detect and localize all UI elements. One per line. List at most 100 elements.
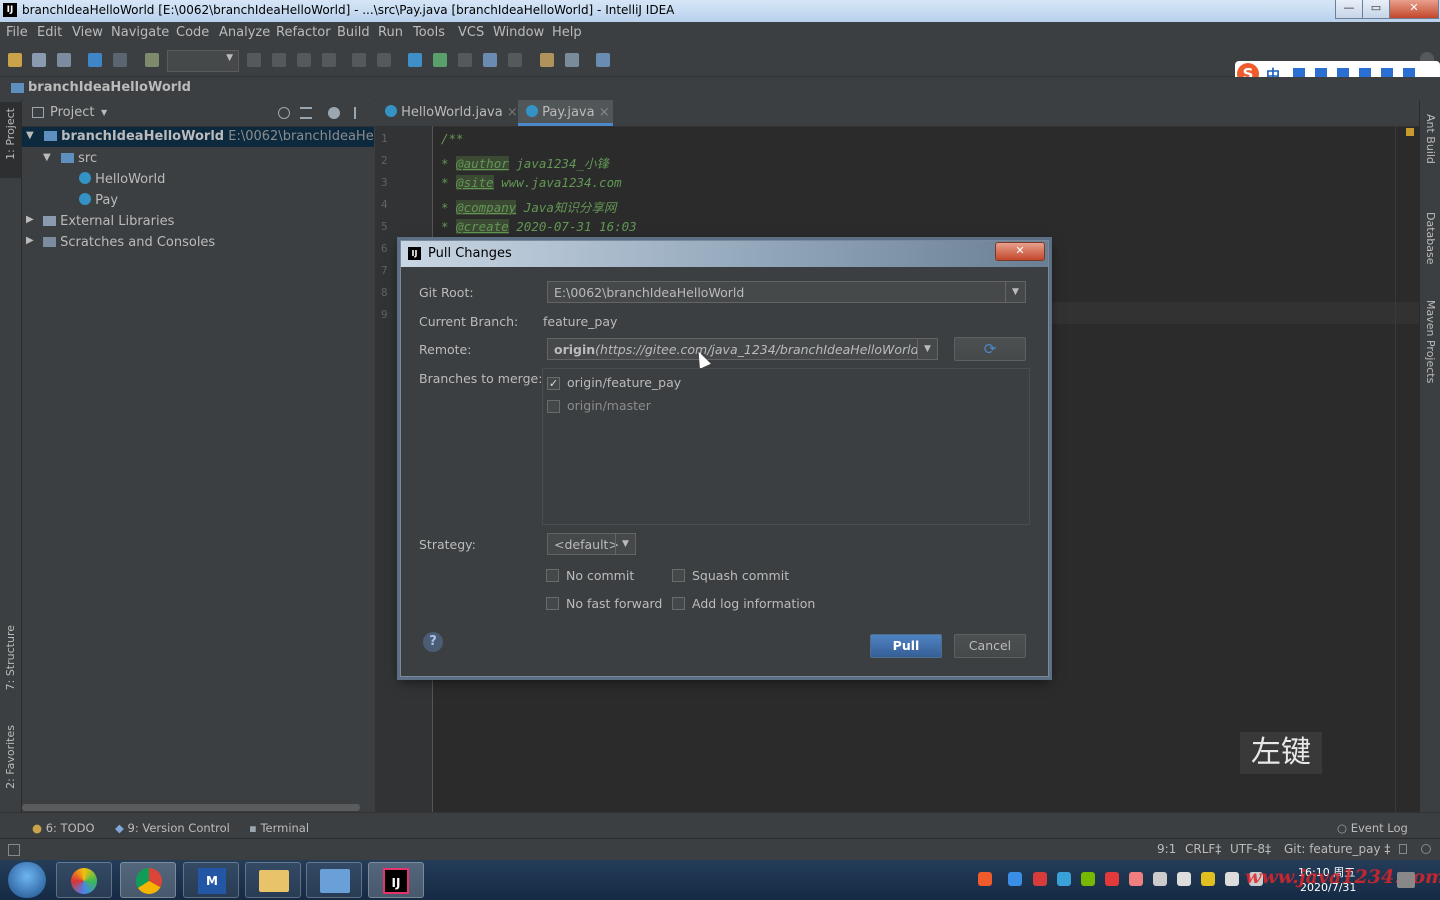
add-log-checkbox[interactable]: [672, 597, 685, 610]
vcs-update-icon[interactable]: [408, 53, 422, 67]
collapse-arrow-icon[interactable]: ▶: [26, 214, 34, 225]
code-line[interactable]: * @create 2020-07-31 16:03: [441, 219, 637, 234]
favorites-tool-button[interactable]: 2: Favorites: [4, 725, 17, 789]
tray-icon[interactable]: [1008, 872, 1022, 886]
project-view-select[interactable]: Project: [50, 105, 94, 120]
run-configuration-select[interactable]: ▼: [167, 50, 239, 72]
code-line[interactable]: * @site www.java1234.com: [441, 175, 622, 190]
menu-code[interactable]: Code: [176, 25, 209, 40]
menu-run[interactable]: Run: [378, 25, 403, 40]
maximize-button[interactable]: ▭: [1362, 0, 1390, 19]
todo-tool-button[interactable]: ● 6: TODO: [32, 821, 95, 835]
scroll-from-source-icon[interactable]: [278, 107, 290, 119]
caret-position[interactable]: 9:1: [1157, 842, 1176, 856]
close-tab-icon[interactable]: ×: [599, 105, 610, 120]
lock-icon[interactable]: [1399, 844, 1407, 854]
squash-commit-label[interactable]: Squash commit: [692, 568, 789, 583]
tree-external-libraries[interactable]: External Libraries: [43, 214, 174, 229]
expand-arrow-icon[interactable]: ▼: [26, 130, 34, 141]
chevron-down-icon[interactable]: ▼: [101, 108, 107, 117]
build-icon[interactable]: [145, 53, 159, 67]
file-encoding[interactable]: UTF-8‡: [1230, 842, 1271, 856]
tasks-icon[interactable]: [596, 53, 610, 67]
action-center-icon[interactable]: [1397, 872, 1415, 888]
no-commit-label[interactable]: No commit: [566, 568, 634, 583]
vcs-history-icon[interactable]: [483, 53, 497, 67]
dialog-close-button[interactable]: ✕: [995, 242, 1045, 261]
menu-build[interactable]: Build: [337, 25, 370, 40]
menu-window[interactable]: Window: [493, 25, 544, 40]
forward-icon[interactable]: [113, 53, 127, 67]
pull-button[interactable]: Pull: [870, 634, 942, 658]
version-control-tool-button[interactable]: ◆ 9: Version Control: [115, 821, 230, 835]
menu-tools[interactable]: Tools: [413, 25, 445, 40]
inspector-icon[interactable]: [1421, 844, 1431, 854]
remote-select[interactable]: origin(https://gitee.com/java_1234/branc…: [547, 338, 938, 360]
sdk-icon[interactable]: [565, 53, 579, 67]
sync-icon[interactable]: [57, 53, 71, 67]
menu-edit[interactable]: Edit: [37, 25, 62, 40]
open-folder-icon[interactable]: [8, 53, 22, 67]
tray-icon[interactable]: [1033, 872, 1047, 886]
close-tab-icon[interactable]: ×: [507, 105, 518, 120]
add-log-label[interactable]: Add log information: [692, 596, 815, 611]
window-title-bar[interactable]: IJ branchIdeaHelloWorld [E:\0062\branchI…: [0, 0, 1440, 22]
expand-arrow-icon[interactable]: ▼: [43, 152, 51, 163]
tray-icon[interactable]: [1105, 872, 1119, 886]
debug-icon[interactable]: [272, 53, 286, 67]
tray-icon[interactable]: [1201, 872, 1215, 886]
hide-panel-icon[interactable]: [354, 107, 366, 119]
tool-windows-toggle-icon[interactable]: [8, 844, 20, 856]
collapse-arrow-icon[interactable]: ▶: [26, 235, 34, 246]
squash-commit-checkbox[interactable]: [672, 569, 685, 582]
vcs-commit-icon[interactable]: [433, 53, 447, 67]
tab-helloworld[interactable]: HelloWorld.java ×: [385, 100, 518, 126]
vcs-compare-icon[interactable]: [458, 53, 472, 67]
event-log-button[interactable]: ○ Event Log: [1337, 821, 1408, 835]
close-window-button[interactable]: ✕: [1389, 0, 1439, 19]
tree-file-pay[interactable]: Pay: [79, 193, 118, 208]
volume-icon[interactable]: [1225, 872, 1239, 886]
notification-tray-icon[interactable]: [1177, 872, 1191, 886]
taskbar-app-explorer[interactable]: [245, 862, 301, 898]
tab-pay[interactable]: Pay.java ×: [518, 100, 613, 126]
git-root-select[interactable]: E:\0062\branchIdeaHelloWorld ▼: [547, 281, 1026, 303]
save-icon[interactable]: [32, 53, 46, 67]
profiler-icon[interactable]: [352, 53, 366, 67]
code-line[interactable]: /**: [441, 131, 464, 146]
maven-tool-button[interactable]: Maven Projects: [1424, 300, 1437, 383]
nvidia-tray-icon[interactable]: [1081, 872, 1095, 886]
run-icon[interactable]: [247, 53, 261, 67]
menu-refactor[interactable]: Refactor: [276, 25, 331, 40]
refresh-remotes-button[interactable]: ⟳: [954, 337, 1026, 361]
taskbar-app-control-panel[interactable]: [306, 862, 362, 898]
tree-src[interactable]: src: [61, 151, 97, 166]
menu-vcs[interactable]: VCS: [458, 25, 484, 40]
branch-label-master[interactable]: origin/master: [567, 398, 651, 413]
strategy-select[interactable]: <default> ▼: [547, 533, 636, 555]
coverage-icon[interactable]: [297, 53, 311, 67]
no-fast-forward-label[interactable]: No fast forward: [566, 596, 662, 611]
horizontal-scrollbar[interactable]: [22, 804, 360, 811]
tree-file-helloworld[interactable]: HelloWorld: [79, 172, 165, 187]
cancel-button[interactable]: Cancel: [954, 634, 1026, 658]
terminal-tool-button[interactable]: ▪ Terminal: [249, 821, 309, 835]
analysis-status-icon[interactable]: [1406, 128, 1414, 136]
ant-build-tool-button[interactable]: Ant Build: [1424, 114, 1437, 164]
git-branch-widget[interactable]: Git: feature_pay ‡: [1284, 842, 1390, 856]
back-icon[interactable]: [88, 53, 102, 67]
no-fast-forward-checkbox[interactable]: [546, 597, 559, 610]
line-separator[interactable]: CRLF‡: [1185, 842, 1221, 856]
collapse-all-icon[interactable]: [300, 107, 312, 119]
database-tool-button[interactable]: Database: [1424, 212, 1437, 265]
gear-icon[interactable]: [328, 107, 340, 119]
tree-root[interactable]: branchIdeaHelloWorld E:\0062\branchIdeaH…: [44, 129, 414, 144]
taskbar-app-intellij[interactable]: IJ: [368, 862, 424, 898]
code-line[interactable]: * @author java1234_小锋: [441, 153, 609, 172]
help-button[interactable]: ?: [423, 632, 443, 652]
taskbar-app-chrome[interactable]: [120, 862, 176, 898]
menu-view[interactable]: View: [72, 25, 103, 40]
branch-checkbox-master[interactable]: [547, 400, 560, 413]
start-button[interactable]: [8, 862, 46, 898]
branch-checkbox-feature-pay[interactable]: ✓: [547, 377, 560, 390]
